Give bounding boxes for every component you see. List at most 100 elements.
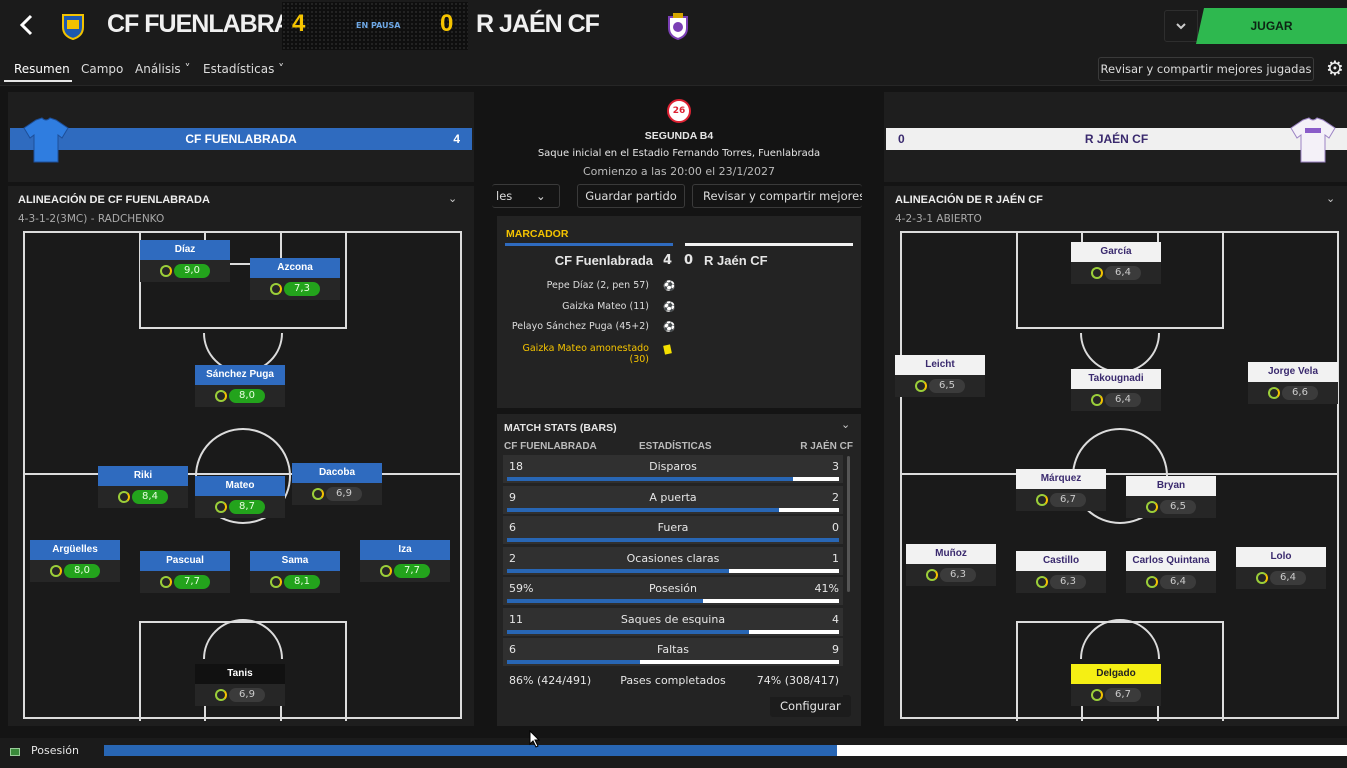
tab-campo[interactable]: Campo [81, 62, 123, 76]
stat-bar-home [507, 629, 750, 634]
stats-scrollbar[interactable] [847, 456, 850, 592]
stat-row: Saques de esquina 11 4 [503, 607, 843, 636]
chevron-down-icon: ⌄ [536, 189, 546, 203]
stat-row: Posesión 59% 41% [503, 577, 843, 605]
player-rating: 6,7 [1050, 493, 1086, 507]
player-rating: 8,7 [229, 500, 265, 514]
player-name: Takougnadi [1071, 369, 1161, 389]
scoreboard-panel: MARCADOR CF Fuenlabrada 4 0 R Jaén CF Pe… [497, 216, 861, 408]
player-card[interactable]: Mateo 8,7 [195, 476, 285, 518]
condition-icon [1268, 387, 1280, 399]
player-card[interactable]: Dacoba 6,9 [292, 463, 382, 505]
back-button[interactable] [14, 12, 40, 38]
player-rating: 6,4 [1105, 266, 1141, 280]
stat-home-value: 2 [509, 551, 516, 565]
home-team-header-panel: CF FUENLABRADA 4 [8, 92, 474, 182]
player-card[interactable]: Díaz 9,0 [140, 240, 230, 282]
player-card[interactable]: Argüelles 8,0 [30, 540, 120, 582]
stat-away-value: 0 [832, 521, 839, 534]
home-pitch [23, 231, 462, 721]
condition-icon [215, 390, 227, 402]
player-rating: 7,7 [174, 575, 210, 589]
scoreboard-away-score: 0 [684, 253, 694, 268]
ball-icon: ⚽ [663, 302, 676, 313]
tab-estadisticas[interactable]: Estadísticas ˅ [203, 62, 284, 76]
player-name: Riki [98, 466, 188, 486]
review-highlights-button-center[interactable]: Revisar y compartir mejores ju [692, 184, 862, 208]
player-card[interactable]: García 6,4 [1071, 242, 1161, 284]
stat-row: Pases completados 86% (424/491) 74% (308/4… [503, 668, 843, 697]
player-card[interactable]: Muñoz 6,3 [906, 544, 996, 586]
card-event-text: Gaizka Mateo amonestado [522, 343, 650, 354]
configure-button[interactable]: Configurar [770, 695, 851, 717]
yellow-card-icon [663, 344, 672, 355]
player-card[interactable]: Takougnadi 6,4 [1071, 369, 1161, 411]
stat-name: Posesión [649, 582, 697, 595]
stat-home-value: 6 [509, 643, 516, 656]
player-name: García [1071, 242, 1161, 262]
player-card[interactable]: Lolo 6,4 [1236, 547, 1326, 589]
stat-away-value: 41% [814, 582, 839, 595]
save-match-button[interactable]: Guardar partido [577, 184, 685, 208]
stat-row: Disparos 18 3 [503, 455, 843, 483]
stat-bar [507, 629, 839, 634]
condition-icon [1256, 572, 1268, 584]
player-name: Tanis [195, 664, 285, 684]
player-rating: 7,3 [284, 282, 320, 296]
tab-analisis[interactable]: Análisis ˅ [135, 62, 191, 76]
player-card[interactable]: Leicht 6,5 [895, 355, 985, 397]
stat-bar-home [507, 599, 703, 603]
player-card[interactable]: Sánchez Puga 8,0 [195, 365, 285, 407]
stat-row: Faltas 6 9 [503, 638, 843, 666]
play-button[interactable]: JUGAR [1196, 8, 1347, 44]
mouse-cursor-icon [529, 730, 541, 748]
stats-collapse[interactable]: ⌄ [841, 418, 850, 431]
scoreboard-home-score: 4 [663, 253, 673, 268]
player-card[interactable]: Iza 7,7 [360, 540, 450, 582]
player-card[interactable]: Jorge Vela 6,6 [1248, 362, 1338, 404]
home-lineup-collapse[interactable]: ⌄ [448, 192, 457, 205]
possession-bar [104, 745, 1347, 756]
more-options-dropdown[interactable] [1164, 10, 1198, 42]
player-rating: 6,9 [326, 487, 362, 501]
stat-bar [507, 660, 839, 664]
ball-icon: ⚽ [663, 281, 676, 292]
settings-button[interactable]: ⚙ [1324, 57, 1346, 79]
stat-away-value: 3 [832, 460, 839, 473]
player-card[interactable]: Castillo 6,3 [1016, 551, 1106, 593]
player-rating: 6,3 [1050, 575, 1086, 589]
goal-event: Pepe Díaz (2, pen 57) [546, 280, 649, 291]
away-accent-line [685, 243, 853, 246]
player-card[interactable]: Carlos Quintana 6,4 [1126, 551, 1216, 593]
away-team-header-panel: 0 R JAÉN CF [884, 92, 1347, 182]
home-crest-icon [62, 14, 84, 40]
stat-home-value: 86% (424/491) [509, 673, 592, 687]
away-shirt-icon [1290, 117, 1336, 163]
player-card[interactable]: Azcona 7,3 [250, 258, 340, 300]
goal-event: Gaizka Mateo (11) [562, 301, 649, 312]
condition-icon [915, 380, 927, 392]
player-card[interactable]: Márquez 6,7 [1016, 469, 1106, 511]
home-team-bar: CF FUENLABRADA 4 [10, 128, 472, 150]
ball-icon: ⚽ [663, 322, 676, 333]
away-score: 0 [440, 10, 454, 37]
player-card[interactable]: Delgado 6,7 [1071, 664, 1161, 706]
player-rating: 6,9 [229, 688, 265, 702]
stats-col-mid: ESTADÍSTICAS [639, 441, 712, 452]
match-header: CF FUENLABRADA 4 EN PAUSA 0 R JAÉN CF JU… [0, 0, 1347, 52]
player-name: Azcona [250, 258, 340, 278]
stat-name: A puerta [649, 490, 697, 504]
player-card[interactable]: Bryan 6,5 [1126, 476, 1216, 518]
review-highlights-button[interactable]: Revisar y compartir mejores jugadas [1098, 57, 1314, 81]
tab-resumen[interactable]: Resumen [14, 62, 70, 76]
player-rating: 6,3 [940, 568, 976, 582]
player-rating: 8,1 [284, 575, 320, 589]
player-card[interactable]: Pascual 7,7 [140, 551, 230, 593]
gear-icon: ⚙ [1326, 56, 1344, 80]
away-lineup-collapse[interactable]: ⌄ [1326, 192, 1335, 205]
player-card[interactable]: Riki 8,4 [98, 466, 188, 508]
highlights-dropdown[interactable]: les ⌄ [492, 184, 560, 208]
player-card[interactable]: Tanis 6,9 [195, 664, 285, 706]
player-card[interactable]: Sama 8,1 [250, 551, 340, 593]
player-name: Carlos Quintana [1126, 551, 1216, 571]
